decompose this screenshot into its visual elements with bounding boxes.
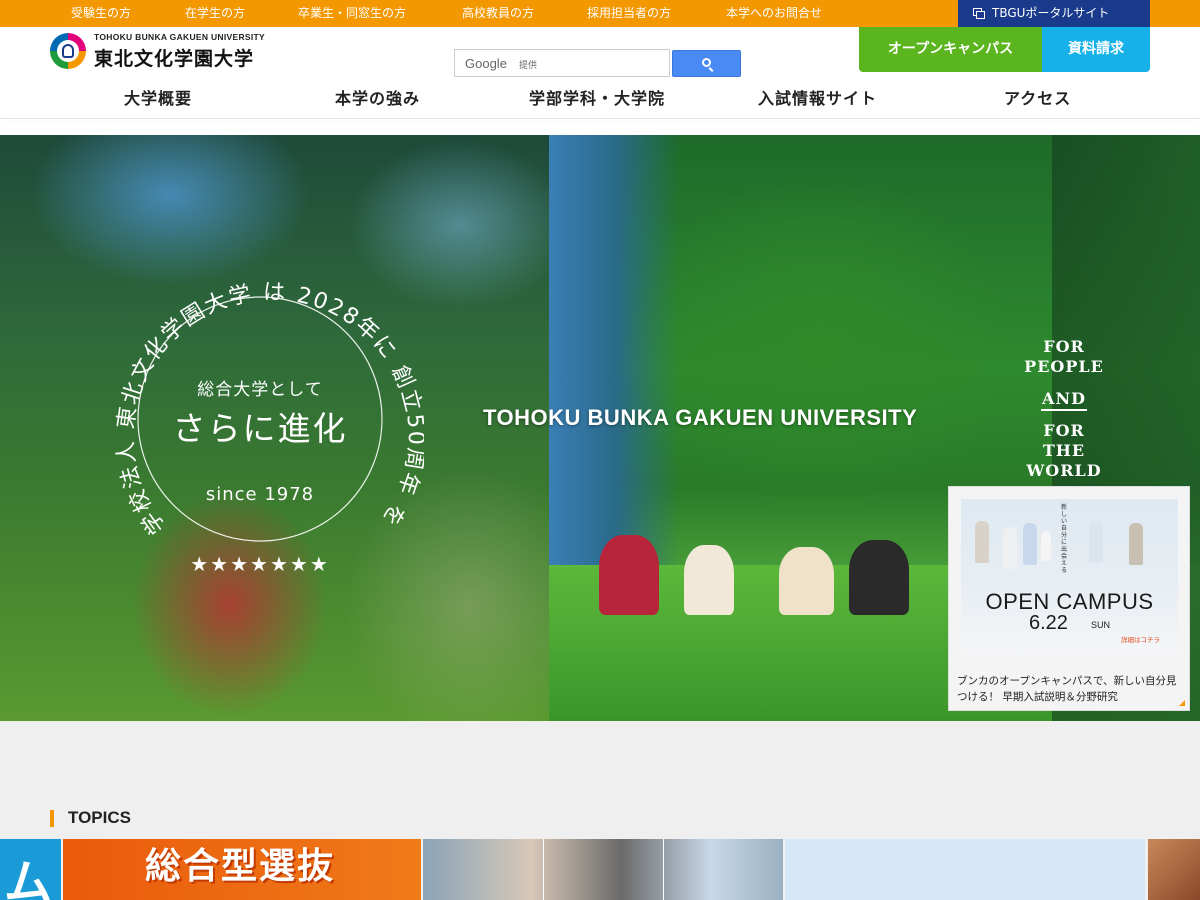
- google-brand-label: Google: [465, 56, 507, 71]
- portal-site-label: TBGUポータルサイト: [992, 6, 1110, 20]
- topic-tile[interactable]: ム: [0, 839, 61, 900]
- open-campus-banner-image: 新しい自分に出会える OPEN CAMPUS 6.22 SUN 詳細はコチラ: [961, 499, 1178, 654]
- logo-english-name: TOHOKU BUNKA GAKUEN UNIVERSITY: [94, 32, 265, 42]
- portal-site-link[interactable]: TBGUポータルサイト: [958, 0, 1150, 27]
- seal-title: さらに進化: [172, 409, 348, 448]
- search-input[interactable]: Google 提供: [454, 49, 670, 77]
- seal-subtitle: 総合大学として: [197, 380, 323, 400]
- topic-tile[interactable]: 総合型選抜: [63, 839, 421, 900]
- audience-link-recruiters[interactable]: 採用担当者の方: [587, 0, 671, 27]
- topic-tile[interactable]: [1148, 839, 1200, 900]
- students-group-image: [589, 495, 929, 615]
- open-campus-small-text: 新しい自分に出会える: [1061, 504, 1068, 574]
- header-divider: [0, 118, 1200, 119]
- motto-line-3: FOR: [1043, 421, 1085, 440]
- windows-icon: [973, 8, 985, 19]
- motto-and: AND: [1018, 389, 1110, 411]
- topics-heading-label: TOPICS: [68, 808, 131, 827]
- university-emblem-icon: [50, 33, 86, 69]
- audience-link-applicants[interactable]: 受験生の方: [71, 0, 131, 27]
- audience-nav-bar: 受験生の方 在学生の方 卒業生・同窓生の方 高校教員の方 採用担当者の方 本学へ…: [0, 0, 1200, 27]
- open-campus-caption: ブンカのオープンキャンパスで、新しい自分見つける！ 早期入試説明＆分野研究: [957, 675, 1177, 703]
- motto-line-4: THE: [1042, 441, 1086, 460]
- topic-tile[interactable]: [423, 839, 783, 900]
- open-campus-day: SUN: [1091, 620, 1111, 630]
- nav-item-faculties[interactable]: 学部学科・大学院: [529, 85, 665, 109]
- open-campus-title: OPEN CAMPUS: [985, 589, 1154, 614]
- audience-link-contact[interactable]: 本学へのお問合せ: [726, 0, 822, 27]
- search-icon: [702, 58, 711, 67]
- heading-marker: [50, 810, 54, 827]
- search-provided-label: 提供: [519, 61, 538, 71]
- motto-line-5: WORLD: [1026, 461, 1102, 480]
- nav-item-access[interactable]: アクセス: [1004, 85, 1071, 109]
- university-logo[interactable]: TOHOKU BUNKA GAKUEN UNIVERSITY 東北文化学園大学: [50, 32, 270, 72]
- topic-tile[interactable]: [785, 839, 1145, 900]
- topic-tile-text: ム: [4, 855, 53, 900]
- logo-japanese-name: 東北文化学園大学: [94, 48, 255, 70]
- open-campus-button[interactable]: オープンキャンパス: [859, 27, 1042, 72]
- open-campus-more-link: 詳細はコチラ: [1121, 636, 1160, 644]
- anniversary-seal: 学校法人 東北文化学園大学 は 2028年に 創立50周年 を迎えます。 ★★★…: [104, 247, 424, 587]
- nav-item-admissions[interactable]: 入試情報サイト: [758, 85, 877, 109]
- audience-link-teachers[interactable]: 高校教員の方: [462, 0, 534, 27]
- hero-title: TOHOKU BUNKA GAKUEN UNIVERSITY: [483, 405, 918, 430]
- request-documents-button[interactable]: 資料請求: [1042, 27, 1150, 72]
- nav-item-about[interactable]: 大学概要: [124, 85, 192, 109]
- audience-link-students[interactable]: 在学生の方: [185, 0, 245, 27]
- seal-since: since 1978: [205, 484, 315, 505]
- motto-line-2: PEOPLE: [1024, 357, 1104, 376]
- motto-line-1: FOR: [1043, 337, 1085, 356]
- search-button[interactable]: [672, 50, 741, 77]
- topic-tile-title: 総合型選抜: [145, 846, 336, 887]
- open-campus-card[interactable]: 新しい自分に出会える OPEN CAMPUS 6.22 SUN 詳細はコチラ ブ…: [948, 486, 1190, 711]
- motto: FOR PEOPLE AND FOR THE WORLD: [1018, 337, 1110, 481]
- seal-stars: ★★★★★★★: [190, 552, 330, 576]
- open-campus-date: 6.22: [1029, 612, 1068, 634]
- corner-arrow-icon: [1179, 700, 1185, 706]
- audience-link-alumni[interactable]: 卒業生・同窓生の方: [298, 0, 406, 27]
- global-nav: 大学概要 本学の強み 学部学科・大学院 入試情報サイト アクセス: [0, 76, 1200, 118]
- nav-item-strengths[interactable]: 本学の強み: [335, 85, 420, 109]
